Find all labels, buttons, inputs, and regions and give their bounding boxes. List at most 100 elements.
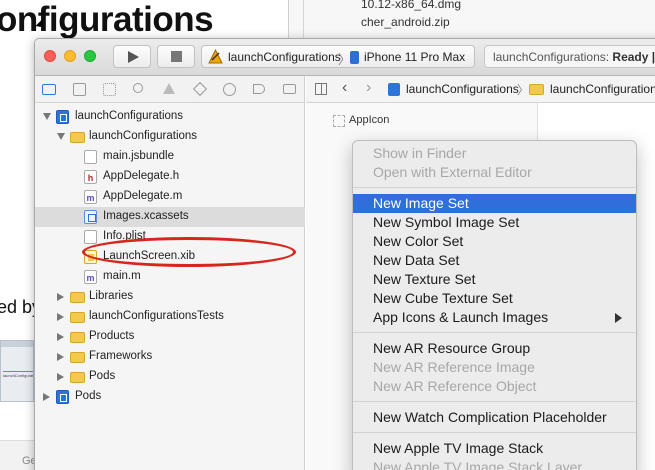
- stop-icon: [171, 51, 182, 62]
- close-window-button[interactable]: [44, 50, 56, 62]
- disclosure-open-icon[interactable]: [43, 113, 51, 120]
- menu-item-label: New Data Set: [373, 252, 460, 268]
- navigator-row[interactable]: Pods: [35, 367, 305, 387]
- run-button[interactable]: [113, 45, 151, 68]
- source-control-icon[interactable]: [73, 83, 86, 96]
- navigator-row-label: Images.xcassets: [103, 210, 189, 222]
- navigator-row-label: launchConfigurations: [89, 130, 198, 142]
- activity-status: launchConfigurations: Ready | L: [484, 45, 655, 68]
- jump-bar-folder[interactable]: launchConfiguration: [550, 82, 655, 96]
- forward-arrow-icon[interactable]: ›: [366, 79, 371, 97]
- navigator-row-label: Frameworks: [89, 350, 153, 362]
- stop-button[interactable]: [157, 45, 195, 68]
- scheme-name: launchConfigurations: [228, 50, 341, 64]
- back-arrow-icon[interactable]: ‹: [342, 79, 347, 97]
- test-navigator-icon[interactable]: [192, 81, 208, 97]
- iphone-icon: [350, 51, 359, 64]
- file-item[interactable]: 10.12-x86_64.dmg: [361, 0, 461, 11]
- project-navigator: launchConfigurations launchConfigurations…: [35, 76, 305, 470]
- navigator-row-label: Pods: [75, 390, 102, 402]
- navigator-row[interactable]: Pods: [35, 387, 305, 407]
- symbol-navigator-icon[interactable]: [103, 83, 116, 96]
- menu-item-label: New Apple TV Image Stack: [373, 440, 544, 456]
- navigator-selector-bar: [35, 76, 304, 103]
- menu-item-label: New Symbol Image Set: [373, 214, 520, 230]
- disclosure-closed-icon[interactable]: [57, 353, 64, 361]
- disclosure-closed-icon[interactable]: [43, 393, 50, 401]
- search-icon[interactable]: [133, 83, 143, 93]
- project-icon: [388, 83, 400, 96]
- background-file-list: 10.12-x86_64.dmg cher_android.zip: [288, 0, 655, 42]
- menu-item: Open with External Editor: [353, 163, 636, 182]
- navigator-row[interactable]: h AppDelegate.h: [35, 167, 305, 187]
- navigator-row-label: AppDelegate.h: [103, 170, 180, 182]
- navigator-row[interactable]: Products: [35, 327, 305, 347]
- menu-item-label: New Watch Complication Placeholder: [373, 409, 607, 425]
- background-thumbnail-text: launchConfigurations: [3, 373, 33, 378]
- related-items-icon[interactable]: [315, 83, 327, 95]
- status-project: launchConfigurations:: [493, 50, 613, 64]
- disclosure-closed-icon[interactable]: [57, 313, 64, 321]
- menu-item[interactable]: New Apple TV Image Stack: [353, 439, 636, 458]
- menu-item[interactable]: New Image Set: [353, 194, 636, 213]
- file-item[interactable]: cher_android.zip: [361, 15, 450, 29]
- menu-item[interactable]: App Icons & Launch Images: [353, 308, 636, 327]
- menu-item[interactable]: New Cube Texture Set: [353, 289, 636, 308]
- project-icon: [56, 390, 69, 404]
- menu-item-label: New Texture Set: [373, 271, 476, 287]
- navigator-row[interactable]: m AppDelegate.m: [35, 187, 305, 207]
- folder-icon: [70, 132, 85, 143]
- warning-icon[interactable]: [163, 83, 175, 94]
- menu-item[interactable]: New Watch Complication Placeholder: [353, 408, 636, 427]
- navigator-row[interactable]: launchConfigurations: [35, 107, 305, 127]
- navigator-row[interactable]: m main.m: [35, 267, 305, 287]
- disclosure-closed-icon[interactable]: [57, 373, 64, 381]
- navigator-row[interactable]: Images.xcassets: [35, 207, 305, 227]
- navigator-row[interactable]: main.jsbundle: [35, 147, 305, 167]
- menu-item[interactable]: New Texture Set: [353, 270, 636, 289]
- window-toolbar: launchConfigurations 〉 iPhone 11 Pro Max…: [35, 39, 655, 76]
- jump-bar-project[interactable]: launchConfigurations: [406, 82, 519, 96]
- asset-item-label: AppIcon: [349, 114, 390, 126]
- minimize-window-button[interactable]: [64, 50, 76, 62]
- disclosure-closed-icon[interactable]: [57, 293, 64, 301]
- menu-item[interactable]: New Symbol Image Set: [353, 213, 636, 232]
- breakpoint-icon[interactable]: [253, 84, 265, 94]
- menu-item[interactable]: New AR Resource Group: [353, 339, 636, 358]
- menu-item[interactable]: New Color Set: [353, 232, 636, 251]
- disclosure-closed-icon[interactable]: [57, 333, 64, 341]
- project-icon: [56, 110, 69, 124]
- folder-icon: [70, 352, 85, 363]
- file-icon: [84, 150, 97, 164]
- menu-item-label: New AR Reference Image: [373, 359, 535, 375]
- debug-navigator-icon[interactable]: [223, 83, 236, 96]
- header-file-icon: h: [84, 170, 97, 184]
- navigator-row[interactable]: Frameworks: [35, 347, 305, 367]
- menu-separator: [353, 332, 636, 333]
- asset-catalog-icon: [84, 210, 97, 224]
- navigator-row-label: main.jsbundle: [103, 150, 174, 162]
- navigator-row[interactable]: launchConfigurationsTests: [35, 307, 305, 327]
- jump-bar: ‹ › launchConfigurations 〉 launchConfigu…: [306, 76, 655, 103]
- menu-item-label: Open with External Editor: [373, 164, 532, 180]
- navigator-row-label: Products: [89, 330, 135, 342]
- navigator-row[interactable]: launchConfigurations: [35, 127, 305, 147]
- folder-icon: [70, 372, 85, 383]
- navigator-row[interactable]: Libraries: [35, 287, 305, 307]
- navigator-row-label: launchConfigurationsTests: [89, 310, 224, 322]
- device-name: iPhone 11 Pro Max: [364, 50, 466, 64]
- folder-icon: [70, 312, 85, 323]
- folder-icon[interactable]: [42, 84, 56, 95]
- background-bottom-bar: Ge: [0, 440, 37, 470]
- disclosure-open-icon[interactable]: [57, 133, 65, 140]
- menu-item[interactable]: New Data Set: [353, 251, 636, 270]
- menu-item-label: New AR Reference Object: [373, 378, 537, 394]
- menu-item-label: New Color Set: [373, 233, 464, 249]
- background-thumbnail: launchConfigurations: [0, 340, 34, 402]
- zoom-window-button[interactable]: [84, 50, 96, 62]
- report-navigator-icon[interactable]: [283, 84, 296, 94]
- menu-item-label: Show in Finder: [373, 145, 467, 161]
- scheme-selector[interactable]: launchConfigurations 〉 iPhone 11 Pro Max: [201, 45, 475, 68]
- menu-item-label: New Image Set: [373, 195, 469, 211]
- menu-item-label: New Apple TV Image Stack Layer: [373, 459, 583, 470]
